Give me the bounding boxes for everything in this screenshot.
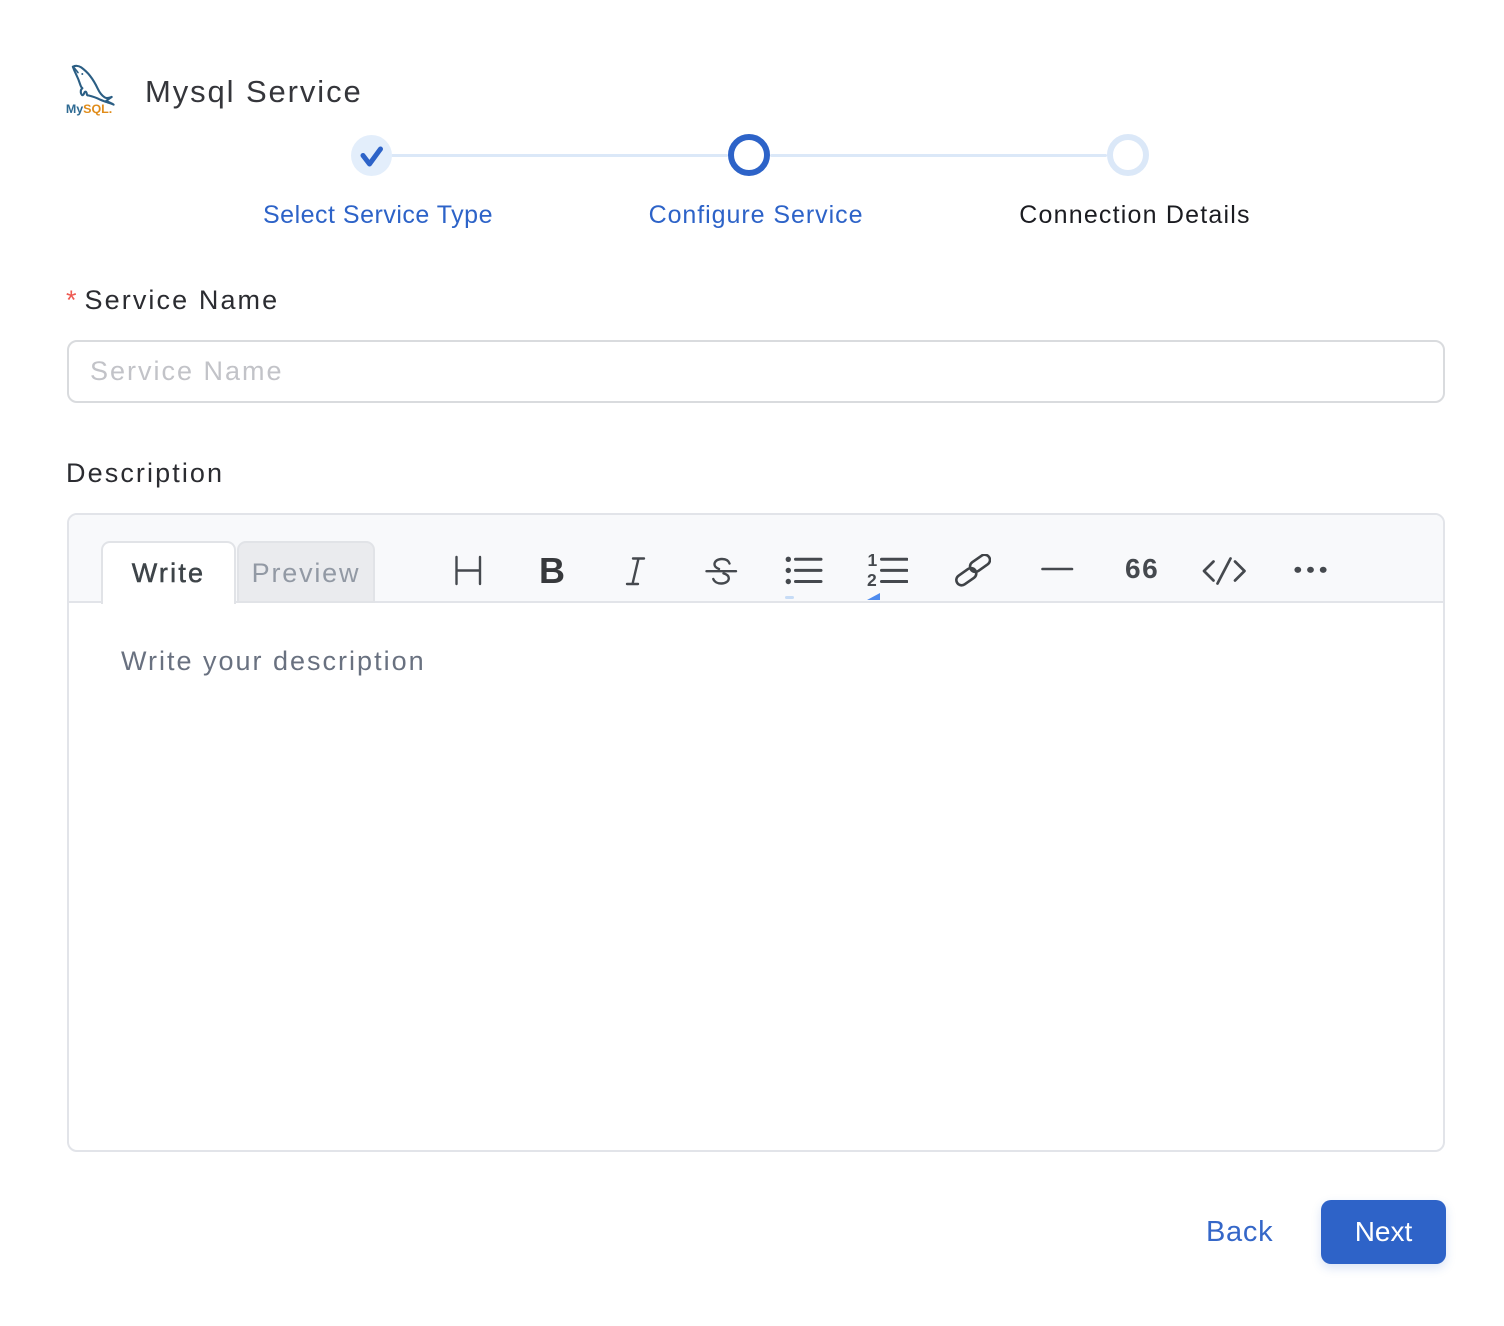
- svg-text:1: 1: [868, 554, 878, 570]
- svg-text:2: 2: [867, 569, 877, 587]
- svg-text:MySQL.: MySQL.: [66, 102, 112, 116]
